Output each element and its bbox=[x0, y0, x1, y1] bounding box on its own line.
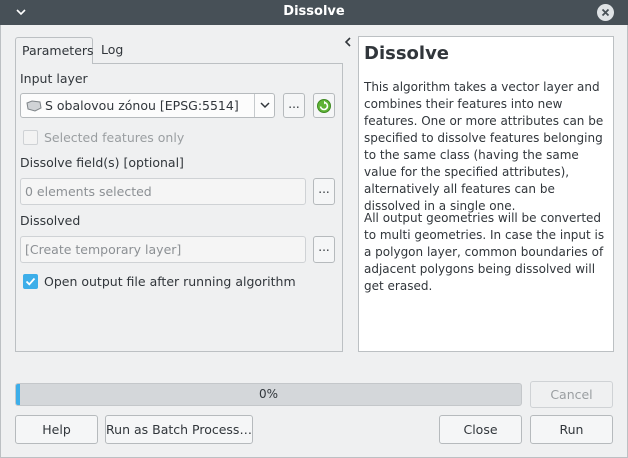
dissolved-output-placeholder: [Create temporary layer] bbox=[25, 242, 182, 257]
progress-text: 0% bbox=[258, 387, 279, 401]
iterate-refresh-icon bbox=[316, 99, 332, 117]
dissolved-label: Dissolved bbox=[20, 213, 81, 228]
help-button[interactable]: Help bbox=[15, 415, 98, 444]
open-output-label: Open output file after running algorithm bbox=[44, 274, 296, 289]
iterate-over-features-button[interactable] bbox=[313, 93, 335, 118]
dissolved-output-field[interactable]: [Create temporary layer] bbox=[20, 236, 306, 263]
checkmark-icon bbox=[25, 277, 36, 286]
close-button[interactable]: Close bbox=[439, 415, 522, 444]
selected-features-only-label: Selected features only bbox=[44, 130, 185, 145]
tab-log[interactable]: Log bbox=[95, 37, 131, 64]
window-close-icon[interactable] bbox=[597, 4, 614, 21]
input-layer-value: S obalovou zónou [EPSG:5514] bbox=[45, 98, 239, 113]
chevron-down-icon[interactable] bbox=[254, 94, 274, 117]
window-title: Dissolve bbox=[283, 4, 345, 19]
open-output-checkbox[interactable] bbox=[23, 274, 38, 289]
dissolve-fields-field[interactable]: 0 elements selected bbox=[20, 178, 306, 205]
cancel-button[interactable]: Cancel bbox=[530, 381, 613, 408]
help-paragraph-1: This algorithm takes a vector layer and … bbox=[364, 80, 604, 213]
input-layer-label: Input layer bbox=[20, 71, 88, 86]
selected-features-only-checkbox[interactable] bbox=[23, 130, 38, 145]
help-paragraph-2: All output geometries will be converted … bbox=[364, 211, 605, 293]
input-layer-browse-button[interactable]: ... bbox=[283, 93, 305, 118]
polygon-layer-icon bbox=[26, 100, 42, 115]
help-pane: Dissolve This algorithm takes a vector l… bbox=[358, 36, 614, 352]
progress-bar: 0% bbox=[15, 383, 522, 406]
dissolved-output-browse-button[interactable]: ... bbox=[313, 236, 335, 263]
dissolve-fields-value: 0 elements selected bbox=[25, 184, 152, 199]
input-layer-combobox[interactable]: S obalovou zónou [EPSG:5514] bbox=[20, 93, 275, 118]
run-batch-button[interactable]: Run as Batch Process… bbox=[105, 415, 253, 444]
dissolve-fields-label: Dissolve field(s) [optional] bbox=[20, 155, 184, 170]
title-bar: Dissolve bbox=[0, 0, 628, 25]
tab-parameters[interactable]: Parameters bbox=[15, 37, 94, 64]
dissolve-fields-browse-button[interactable]: ... bbox=[313, 178, 335, 205]
run-button[interactable]: Run bbox=[530, 415, 613, 444]
help-title: Dissolve bbox=[364, 43, 450, 64]
collapse-help-chevron-icon[interactable] bbox=[343, 35, 353, 49]
